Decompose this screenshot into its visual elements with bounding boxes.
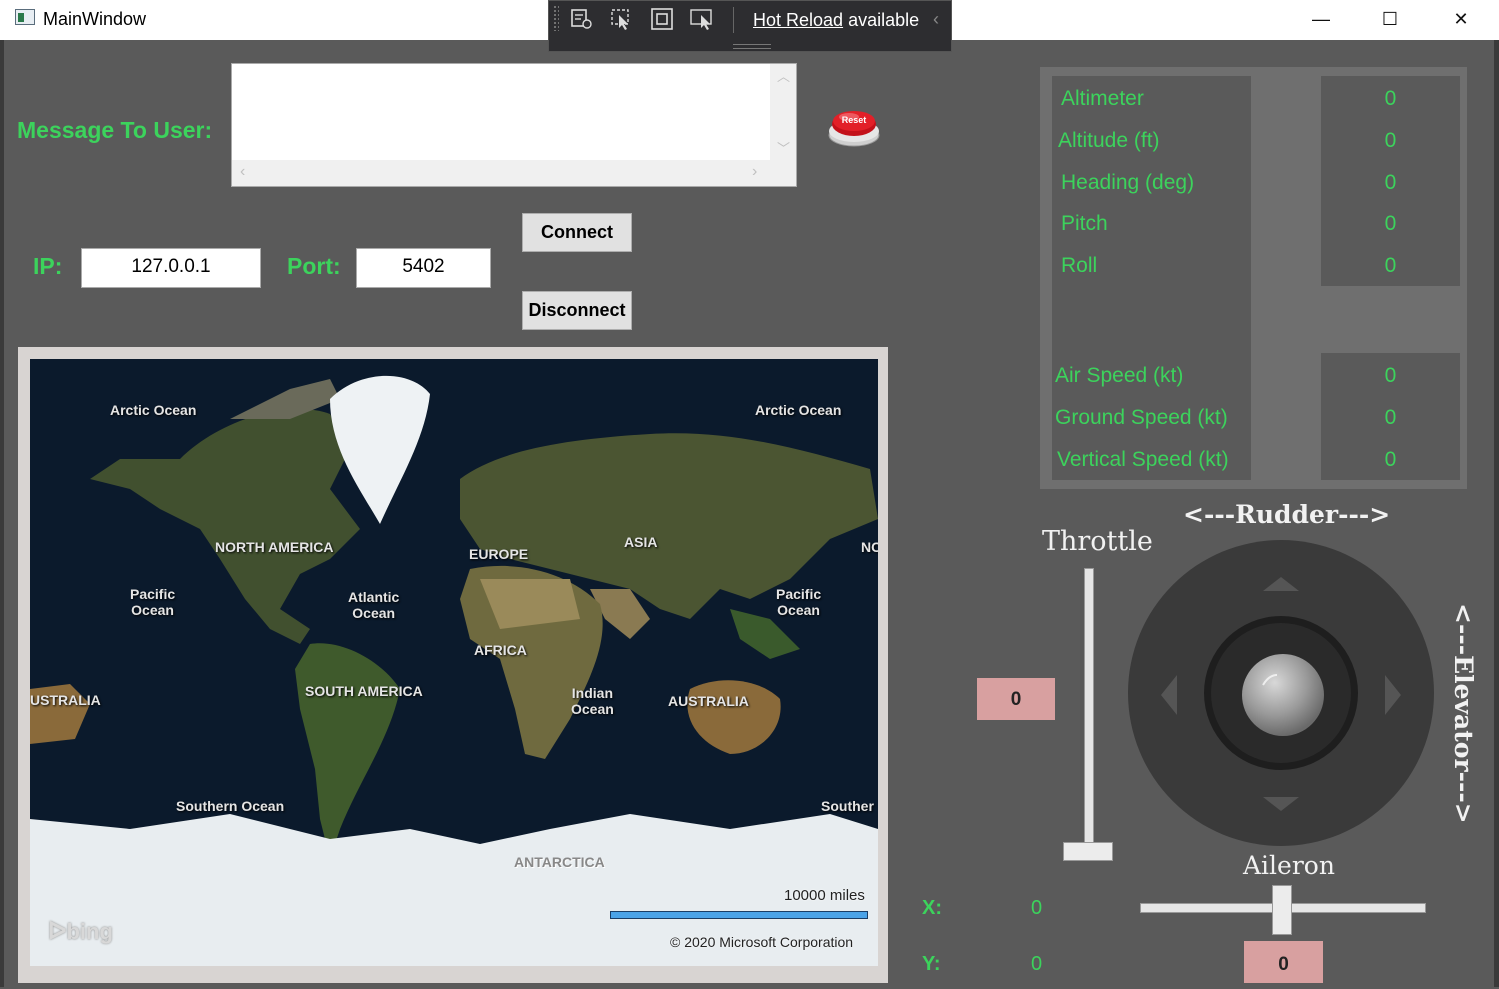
ground-speed-value: 0 (1384, 406, 1397, 429)
hot-reload-link[interactable]: Hot Reload (753, 10, 843, 30)
map-label-australia-left: USTRALIA (30, 692, 101, 708)
throttle-slider-thumb[interactable] (1063, 842, 1113, 861)
heading-value: 0 (1384, 171, 1397, 194)
ip-label: IP: (33, 253, 63, 279)
message-label: Message To User: (17, 117, 213, 143)
port-input[interactable]: 5402 (356, 248, 491, 288)
map-label-arctic-ocean-left: Arctic Ocean (110, 402, 197, 418)
maximize-button[interactable]: ☐ (1361, 0, 1419, 40)
map-label-pacific-ocean-left: Pacific Ocean (130, 586, 176, 618)
toolbar-divider (733, 7, 734, 33)
toolbar-drag-handle[interactable] (733, 44, 771, 49)
roll-label: Roll (1061, 254, 1098, 277)
map-scale-bar (610, 911, 868, 919)
joystick-knob[interactable] (1242, 654, 1324, 736)
map-label-antarctica: ANTARCTICA (514, 854, 605, 870)
bing-logo-text: bing (66, 919, 113, 944)
rudder-label: <---Rudder---> (1183, 500, 1391, 529)
map-copyright: © 2020 Microsoft Corporation (670, 934, 854, 950)
map-label-southern-ocean-left: Southern Ocean (176, 798, 285, 814)
minimize-button[interactable]: — (1292, 0, 1350, 40)
x-value: 0 (1031, 897, 1043, 919)
world-map[interactable]: Arctic Ocean Arctic Ocean NORTH AMERICA … (30, 359, 878, 966)
scroll-right-icon[interactable]: › (752, 163, 757, 181)
air-speed-value: 0 (1384, 364, 1397, 387)
map-label-africa: AFRICA (474, 642, 527, 658)
map-label-north-america-right: NC (861, 539, 878, 555)
map-label-indian-ocean: Indian Ocean (571, 685, 614, 717)
map-label-europe: EUROPE (469, 546, 529, 562)
vertical-speed-value: 0 (1384, 448, 1397, 471)
altitude-value: 0 (1384, 129, 1397, 152)
joystick[interactable] (1127, 539, 1435, 847)
scroll-up-icon[interactable]: ︿ (777, 66, 790, 85)
throttle-slider-track[interactable] (1084, 568, 1094, 858)
map-label-atlantic-ocean: Atlantic Ocean (348, 589, 400, 621)
altimeter-value: 0 (1384, 87, 1397, 110)
reset-button[interactable]: Reset (827, 108, 881, 148)
map-imagery (30, 359, 878, 966)
message-vertical-scrollbar[interactable]: ︿ ﹀ (770, 64, 796, 161)
ip-input[interactable]: 127.0.0.1 (81, 248, 261, 288)
hot-reload-suffix: available (843, 10, 920, 30)
pitch-label: Pitch (1061, 212, 1108, 235)
altimeter-label: Altimeter (1061, 87, 1144, 110)
x-label: X: (922, 897, 942, 919)
map-label-arctic-ocean-right: Arctic Ocean (755, 402, 842, 418)
map-label-south-america: SOUTH AMERICA (305, 683, 423, 699)
close-button[interactable]: ✕ (1432, 0, 1490, 40)
reset-button-label: Reset (842, 115, 867, 125)
y-label: Y: (922, 953, 941, 975)
hot-reload-status: Hot Reload available (753, 10, 919, 31)
map-label-pacific-ocean-right: Pacific Ocean (776, 586, 822, 618)
app-window-icon (15, 9, 35, 25)
elevator-label: <---Elevator---> (1449, 603, 1478, 824)
bing-logo[interactable]: ᐅbing (48, 917, 113, 946)
map-label-north-america: NORTH AMERICA (215, 539, 334, 555)
scroll-left-icon[interactable]: ‹ (240, 163, 245, 181)
roll-value: 0 (1384, 254, 1397, 277)
aileron-value: 0 (1244, 941, 1323, 983)
scroll-down-icon[interactable]: ﹀ (777, 138, 790, 157)
right-window-edge (1494, 40, 1499, 987)
live-visual-tree-icon[interactable] (569, 7, 595, 31)
y-value: 0 (1031, 953, 1043, 975)
pitch-value: 0 (1384, 212, 1397, 235)
display-layout-adorners-icon[interactable] (649, 7, 675, 31)
air-speed-label: Air Speed (kt) (1055, 364, 1184, 387)
ground-speed-label: Ground Speed (kt) (1055, 406, 1228, 429)
track-focused-element-icon[interactable] (689, 7, 715, 31)
heading-label: Heading (deg) (1061, 171, 1195, 194)
collapse-chevron-icon[interactable]: ‹ (933, 9, 939, 30)
aileron-slider-thumb[interactable] (1272, 885, 1292, 935)
select-element-icon[interactable] (609, 7, 635, 31)
connect-button[interactable]: Connect (522, 213, 632, 252)
map-label-southern-ocean-right: Souther (821, 798, 874, 814)
map-label-australia: AUSTRALIA (668, 693, 749, 709)
message-textbox[interactable]: ︿ ﹀ ‹ › (231, 63, 797, 187)
left-window-edge (0, 40, 4, 987)
map-scale-label: 10000 miles (784, 887, 865, 904)
aileron-label: Aileron (1243, 851, 1335, 880)
port-label: Port: (287, 253, 341, 279)
window-title: MainWindow (43, 9, 147, 29)
message-horizontal-scrollbar[interactable]: ‹ › (232, 160, 796, 186)
altitude-label: Altitude (ft) (1058, 129, 1160, 152)
disconnect-button[interactable]: Disconnect (522, 291, 632, 330)
toolbar-grip-icon[interactable] (553, 5, 559, 31)
vertical-speed-label: Vertical Speed (kt) (1057, 448, 1229, 471)
map-label-asia: ASIA (624, 534, 658, 550)
throttle-value: 0 (977, 678, 1055, 720)
hot-reload-toolbar: Hot Reload available ‹ (548, 0, 952, 52)
